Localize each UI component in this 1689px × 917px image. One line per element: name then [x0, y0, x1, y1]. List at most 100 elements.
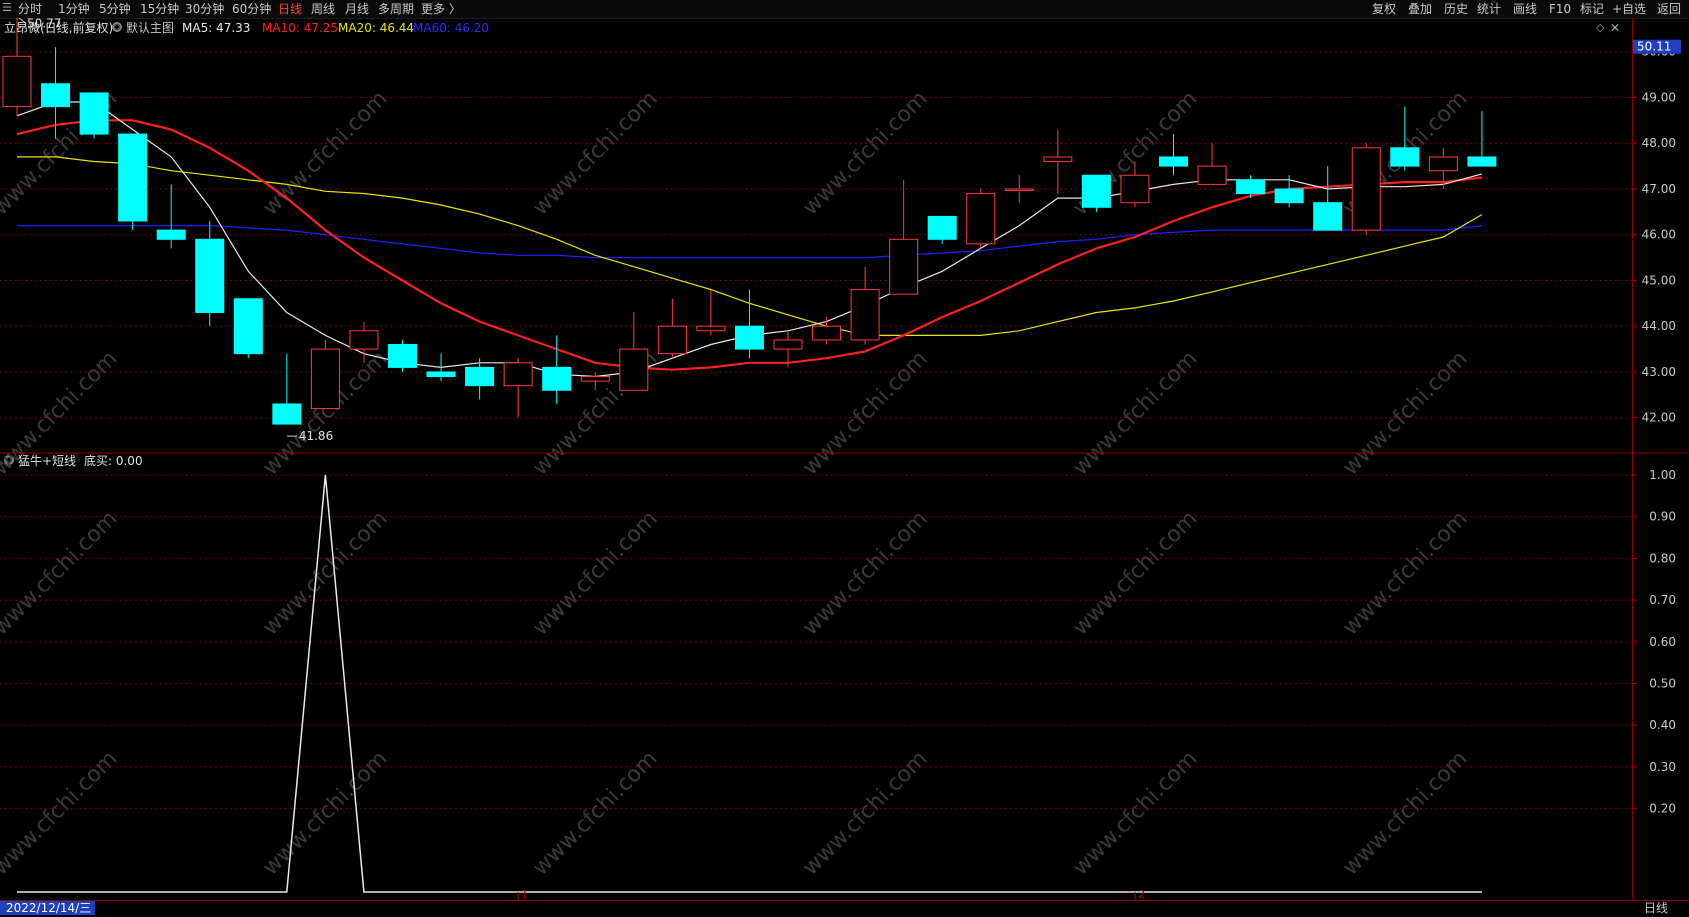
candle-body	[1197, 165, 1227, 185]
current-price-label: 50.11	[1637, 40, 1671, 54]
watermark-10: www.cfchi.com	[1068, 346, 1202, 480]
watermark-23: www.cfchi.com	[1338, 746, 1472, 880]
tool-1[interactable]: 叠加	[1408, 1, 1432, 17]
candle-body	[1159, 156, 1188, 167]
candle-body	[1004, 188, 1034, 191]
tool-0[interactable]: 复权	[1372, 1, 1396, 17]
candle-body	[503, 362, 533, 387]
tab-1[interactable]: 1分钟	[58, 1, 90, 17]
price-tick-label: 42.00	[1642, 411, 1676, 425]
menu-icon[interactable]: ☰	[2, 2, 12, 13]
candle-body	[1236, 179, 1266, 195]
watermark-18: www.cfchi.com	[0, 746, 123, 880]
candle-body	[79, 92, 109, 135]
price-tick-label: 43.00	[1642, 365, 1676, 379]
candle-body	[1313, 202, 1343, 231]
watermark-2: www.cfchi.com	[528, 86, 662, 220]
watermark-11: www.cfchi.com	[1338, 346, 1472, 480]
candle-body	[1274, 188, 1304, 204]
indicator-tick-label: 0.30	[1649, 760, 1676, 774]
candle-body	[542, 366, 572, 391]
watermark-21: www.cfchi.com	[798, 746, 932, 880]
watermark-12: www.cfchi.com	[0, 506, 123, 640]
candle-body	[1081, 174, 1111, 208]
tab-2[interactable]: 5分钟	[99, 1, 131, 17]
tab-4[interactable]: 30分钟	[185, 1, 224, 17]
candle-body	[580, 376, 610, 382]
candle-body	[465, 366, 495, 387]
candle-body	[889, 238, 919, 295]
candle-body	[195, 238, 225, 313]
tab-3[interactable]: 15分钟	[140, 1, 179, 17]
candle-body	[1428, 156, 1458, 172]
watermark-16: www.cfchi.com	[1068, 506, 1202, 640]
watermark-17: www.cfchi.com	[1338, 506, 1472, 640]
tab-6[interactable]: 日线	[278, 1, 302, 17]
watermark-1: www.cfchi.com	[258, 86, 392, 220]
tab-9[interactable]: 多周期	[378, 1, 414, 17]
watermark-15: www.cfchi.com	[798, 506, 932, 640]
low-label: 41.86	[299, 429, 333, 443]
tool-3[interactable]: 统计	[1477, 1, 1501, 17]
tool-8[interactable]: 返回	[1657, 1, 1681, 17]
indicator-tick-label: 0.60	[1649, 635, 1676, 649]
candle-body	[773, 339, 803, 350]
candle-body	[272, 403, 302, 425]
candle-body	[233, 298, 263, 355]
month-label: 2	[1138, 888, 1145, 900]
candle-body	[41, 83, 71, 108]
indicator-tick-label: 0.40	[1649, 718, 1676, 732]
tool-5[interactable]: F10	[1549, 1, 1571, 17]
candle-body	[696, 325, 726, 332]
watermark-9: www.cfchi.com	[798, 346, 932, 480]
date-badge: 2022/12/14/三	[0, 901, 96, 915]
time-axis	[0, 900, 1689, 917]
candle-body	[657, 325, 687, 355]
candle-body	[388, 344, 417, 368]
price-tick-label: 49.00	[1642, 90, 1676, 104]
candle-body	[1043, 156, 1073, 163]
indicator-tick-label: 1.00	[1649, 468, 1676, 482]
tab-7[interactable]: 周线	[311, 1, 335, 17]
tool-2[interactable]: 历史	[1444, 1, 1468, 17]
indicator-tick-label: 0.20	[1649, 802, 1676, 816]
watermark-6: www.cfchi.com	[0, 346, 123, 480]
watermark-3: www.cfchi.com	[798, 86, 932, 220]
indicator-tick-label: 0.80	[1649, 551, 1676, 565]
period-label[interactable]: 日线	[1644, 901, 1668, 916]
watermark-14: www.cfchi.com	[528, 506, 662, 640]
candle-body	[812, 325, 842, 341]
price-tick-label: 46.00	[1642, 228, 1676, 242]
tab-0[interactable]: 分时	[18, 1, 42, 17]
price-tick-label: 45.00	[1642, 273, 1676, 287]
candle-body	[966, 193, 996, 245]
tool-6[interactable]: 标记	[1580, 1, 1604, 17]
tool-4[interactable]: 画线	[1513, 1, 1537, 17]
indicator-tick-label: 0.50	[1649, 677, 1676, 691]
candle-body	[156, 229, 186, 240]
candle-body	[850, 289, 880, 341]
period-toolbar: ☰ 分时 1分钟 5分钟 15分钟 30分钟 60分钟 日线 周线 月线 多周期 更多 〉 复权 叠加…	[0, 0, 1689, 19]
candle-body	[1467, 156, 1497, 167]
month-label: 1	[521, 888, 528, 900]
candle-body	[1390, 147, 1420, 167]
tab-10[interactable]: 更多 〉	[421, 1, 461, 17]
candle-body	[1120, 174, 1150, 204]
indicator-tick-label: 0.90	[1649, 510, 1676, 524]
tab-8[interactable]: 月线	[345, 1, 369, 17]
tab-5[interactable]: 60分钟	[232, 1, 271, 17]
indicator-tick-label: 0.70	[1649, 593, 1676, 607]
candle-body	[619, 348, 649, 391]
watermark-20: www.cfchi.com	[528, 746, 662, 880]
watermark-13: www.cfchi.com	[258, 506, 392, 640]
candle-body	[310, 348, 340, 410]
candle-body	[118, 133, 148, 222]
axis-separator	[1632, 18, 1633, 900]
candle-body	[2, 55, 32, 108]
kline-chart[interactable]: www.cfchi.com www.cfchi.com www.cfchi.com w…	[0, 18, 1689, 900]
watermark-19: www.cfchi.com	[258, 746, 392, 880]
high-label: 50.77	[27, 18, 61, 30]
tool-7[interactable]: +自选	[1612, 1, 1646, 17]
price-tick-label: 44.00	[1642, 319, 1676, 333]
candle-body	[927, 215, 957, 240]
